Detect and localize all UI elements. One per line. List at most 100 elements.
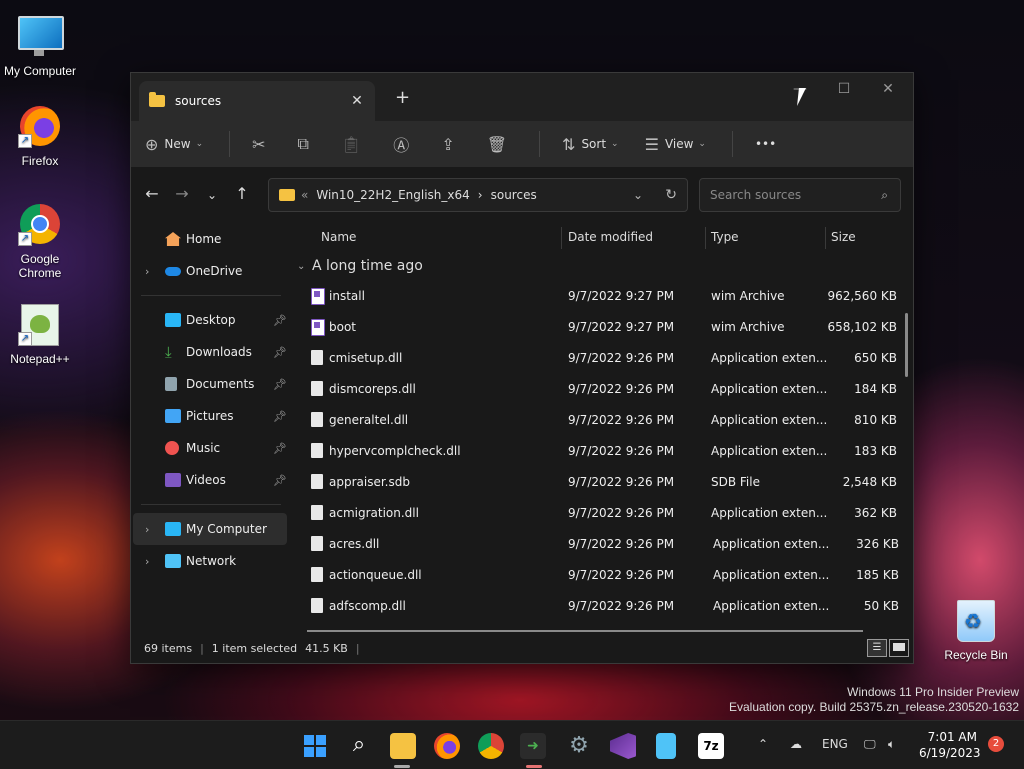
vertical-scrollbar[interactable] [905,313,908,377]
recent-locations-button[interactable]: ⌄ [197,184,227,203]
desktop-icon-chrome[interactable]: ↗ Google Chrome [0,204,80,280]
visual-studio-taskbar-button[interactable] [610,733,636,759]
navigation-pane: Home › OneDrive Desktop 📌︎ ⤓ Downloads 📌… [131,223,291,633]
rename-button[interactable]: Ⓐ [393,132,415,156]
search-box[interactable]: Search sources ⌕ [699,178,901,212]
start-button[interactable] [302,733,328,759]
table-row[interactable]: adfscomp.dll 9/7/2022 9:26 PM Application … [291,591,913,622]
view-button[interactable]: ☰ View ⌄ [645,135,706,154]
search-button[interactable]: ⌕ [346,733,372,759]
chevron-down-icon[interactable]: ⌄ [633,188,643,202]
file-explorer-taskbar-button[interactable] [390,733,416,759]
close-window-button[interactable]: ✕ [865,81,911,97]
back-button[interactable]: ← [137,184,167,203]
network-tray-button[interactable]: 🖵︎ [864,737,876,752]
sidebar-item-downloads[interactable]: ⤓ Downloads 📌︎ [131,336,291,368]
folder-icon [279,189,295,201]
tiles-view-button[interactable] [889,639,909,657]
dll-file-icon [311,567,323,582]
refresh-icon[interactable]: ↻ [665,187,677,203]
table-row[interactable]: dismcoreps.dll 9/7/2022 9:26 PM Applicatio… [291,374,913,405]
settings-taskbar-button[interactable]: ⚙ [566,733,592,759]
show-hidden-icons-button[interactable]: ⌃ [758,737,768,751]
sidebar-item-label: Documents [186,377,255,391]
table-row[interactable]: install 9/7/2022 9:27 PM wim Archive 962,56… [291,281,913,312]
sidebar-item-my-computer[interactable]: › My Computer [133,513,287,545]
table-row[interactable]: acres.dll 9/7/2022 9:26 PM Application ext… [291,529,913,560]
clock-date: 6/19/2023 [919,746,981,760]
sidebar-item-home[interactable]: Home [131,223,291,255]
breadcrumb-segment[interactable]: Win10_22H2_English_x64 [316,188,469,202]
sidebar-item-desktop[interactable]: Desktop 📌︎ [131,304,291,336]
sidebar-item-documents[interactable]: Documents 📌︎ [131,368,291,400]
file-type: Application exten... [711,351,828,365]
chevron-right-icon[interactable]: › [145,265,149,278]
pin-icon: 📌︎ [273,313,287,327]
paste-button[interactable]: 📋︎ [341,135,367,154]
new-button[interactable]: ⊕ New ⌄ [145,135,203,154]
group-header[interactable]: ⌄ A long time ago [291,251,913,281]
app-installer-taskbar-button[interactable]: ➜ [520,733,546,759]
7zip-taskbar-button[interactable]: 7z [698,733,724,759]
cut-button[interactable]: ✂ [252,135,271,154]
sidebar-item-onedrive[interactable]: › OneDrive [131,255,291,287]
table-row[interactable]: appraiser.sdb 9/7/2022 9:26 PM SDB File 2,5… [291,467,913,498]
desktop-folder-icon [165,313,181,327]
file-list: Name Date modified Type Size ⌄ A long ti… [291,223,913,633]
table-row[interactable]: hypervcomplcheck.dll 9/7/2022 9:26 PM Appl… [291,436,913,467]
column-header-type[interactable]: Type [711,230,739,244]
clock[interactable]: 7:01 AM 6/19/2023 [919,729,981,761]
delete-button[interactable]: 🗑︎ [487,135,513,154]
horizontal-scrollbar[interactable] [307,630,863,632]
sidebar-item-pictures[interactable]: Pictures 📌︎ [131,400,291,432]
table-row[interactable]: acmigration.dll 9/7/2022 9:26 PM Applicati… [291,498,913,529]
language-indicator[interactable]: ENG [822,737,848,751]
desktop-icon-notepadpp[interactable]: ↗ Notepad++ [0,304,80,366]
sort-button[interactable]: ⇅ Sort ⌄ [562,135,619,154]
sidebar-item-videos[interactable]: Videos 📌︎ [131,464,291,496]
network-icon: 🖵︎ [864,737,876,751]
onedrive-tray-button[interactable]: ☁ [790,737,802,751]
column-divider[interactable] [825,227,826,249]
breadcrumb-segment[interactable]: sources [491,188,537,202]
evaluation-watermark: Windows 11 Pro Insider Preview Evaluatio… [729,685,1019,715]
column-header-date[interactable]: Date modified [568,230,653,244]
table-row[interactable]: boot 9/7/2022 9:27 PM wim Archive 658,102 K… [291,312,913,343]
column-header-size[interactable]: Size [831,230,856,244]
copy-button[interactable]: ⧉ [298,134,315,154]
share-button[interactable]: ⇪ [441,135,460,154]
desktop-icon-recycle-bin[interactable]: Recycle Bin [936,600,1016,662]
chevron-right-icon[interactable]: › [145,555,149,568]
breadcrumb-overflow[interactable]: « [301,188,308,202]
installer-icon: ➜ [527,738,539,754]
file-type: Application exten... [711,506,828,520]
search-input[interactable]: Search sources [710,188,871,202]
address-bar[interactable]: « Win10_22H2_English_x64 › sources ⌄ ↻ [268,178,688,212]
maximize-button[interactable]: ☐ [821,81,867,97]
chevron-right-icon[interactable]: › [145,523,149,536]
column-divider[interactable] [561,227,562,249]
close-tab-button[interactable]: ✕ [349,93,365,109]
details-view-button[interactable]: ☰ [867,639,887,657]
volume-tray-button[interactable]: 🔈︎ [888,737,895,752]
up-button[interactable]: ↑ [227,184,257,203]
sidebar-item-music[interactable]: Music 📌︎ [131,432,291,464]
chrome-taskbar-button[interactable] [478,733,504,759]
table-row[interactable]: cmisetup.dll 9/7/2022 9:26 PM Application … [291,343,913,374]
table-row[interactable]: generaltel.dll 9/7/2022 9:26 PM Applicatio… [291,405,913,436]
column-divider[interactable] [705,227,706,249]
new-tab-button[interactable]: + [395,87,410,108]
table-row[interactable]: actionqueue.dll 9/7/2022 9:26 PM Applicati… [291,560,913,591]
column-header-name[interactable]: Name [321,230,356,244]
firefox-taskbar-button[interactable] [434,733,460,759]
see-more-button[interactable]: ••• [755,137,776,151]
file-name: generaltel.dll [329,413,409,427]
desktop-icon-firefox[interactable]: ↗ Firefox [0,106,80,168]
notepad-taskbar-button[interactable] [656,733,676,759]
tab-sources[interactable]: sources ✕ [139,81,375,121]
desktop-icon-my-computer[interactable]: My Computer [0,10,80,78]
chevron-down-icon: ⌄ [297,260,306,272]
sidebar-item-network[interactable]: › Network [131,545,291,577]
forward-button[interactable]: → [167,184,197,203]
notification-badge[interactable]: 2 [988,736,1004,752]
